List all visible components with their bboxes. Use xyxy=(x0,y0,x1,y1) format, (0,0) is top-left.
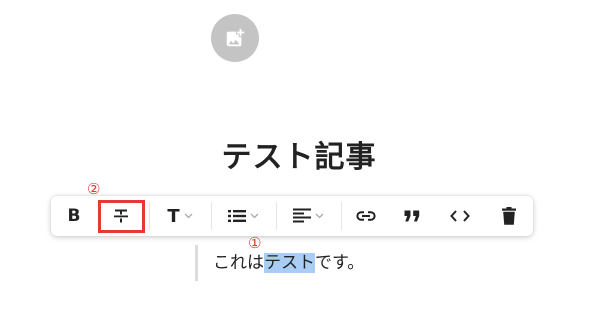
chevron-down-icon xyxy=(315,213,324,219)
list-dropdown-button[interactable] xyxy=(219,196,267,236)
code-icon xyxy=(450,210,470,222)
chevron-down-icon xyxy=(184,213,193,219)
bulleted-list-icon xyxy=(227,209,246,223)
align-left-icon xyxy=(292,208,311,224)
delete-button[interactable] xyxy=(496,196,522,236)
toolbar-separator xyxy=(276,202,277,230)
bold-label: B xyxy=(67,206,81,226)
article-title[interactable]: テスト記事 xyxy=(0,138,598,178)
link-icon xyxy=(356,210,376,222)
paragraph-text-before: これは xyxy=(213,253,264,273)
toolbar-separator xyxy=(211,202,212,230)
selected-text[interactable]: テスト xyxy=(264,253,315,273)
trash-icon xyxy=(502,207,516,225)
heading-dropdown-button[interactable]: T xyxy=(158,196,202,236)
annotation-marker-2: ② xyxy=(87,180,101,198)
add-image-button[interactable] xyxy=(211,14,259,62)
annotation-highlight-box xyxy=(98,200,145,233)
paragraph-text[interactable]: これはテストです。 xyxy=(213,252,364,274)
toolbar-separator xyxy=(149,202,150,230)
chevron-down-icon xyxy=(250,213,259,219)
paragraph-text-after: です。 xyxy=(315,253,365,273)
quote-icon xyxy=(404,210,420,222)
heading-label: T xyxy=(167,205,180,227)
toolbar-separator xyxy=(341,202,342,230)
link-button[interactable] xyxy=(351,196,381,236)
block-indicator xyxy=(195,245,198,281)
quote-button[interactable] xyxy=(397,196,427,236)
add-photo-icon xyxy=(224,27,246,49)
annotation-marker-1: ① xyxy=(248,234,262,252)
align-dropdown-button[interactable] xyxy=(284,196,332,236)
bold-button[interactable]: B xyxy=(61,196,87,236)
code-button[interactable] xyxy=(445,196,475,236)
